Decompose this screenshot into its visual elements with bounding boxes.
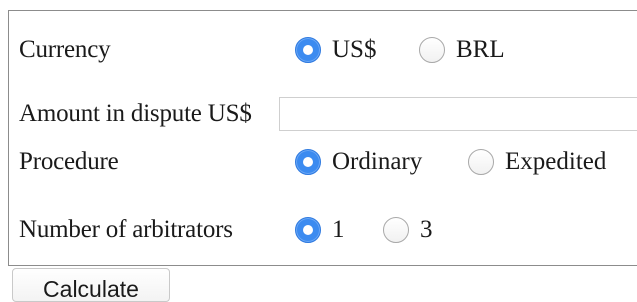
radio-unchecked-icon[interactable] (468, 149, 494, 175)
arbitrators-row: Number of arbitrators 1 3 (9, 205, 637, 255)
currency-option-usd-label: US$ (332, 36, 377, 63)
radio-checked-icon[interactable] (295, 217, 321, 243)
arbitrators-label: Number of arbitrators (19, 216, 233, 243)
currency-row: Currency US$ BRL (9, 25, 637, 75)
procedure-row: Procedure Ordinary Expedited (9, 137, 637, 187)
currency-label: Currency (19, 36, 111, 63)
procedure-option-expedited[interactable]: Expedited (468, 142, 606, 182)
procedure-label: Procedure (19, 148, 119, 175)
radio-checked-icon[interactable] (295, 37, 321, 63)
amount-row: Amount in dispute US$ (9, 89, 637, 139)
fee-calculator-form: Currency US$ BRL Amount in dispute US$ P… (8, 10, 637, 266)
arbitrators-option-1-label: 1 (332, 216, 345, 243)
currency-option-usd[interactable]: US$ (295, 30, 376, 70)
procedure-option-ordinary[interactable]: Ordinary (295, 142, 422, 182)
arbitrators-option-3-label: 3 (420, 216, 433, 243)
procedure-option-expedited-label: Expedited (505, 148, 607, 175)
arbitrators-option-3[interactable]: 3 (383, 210, 433, 250)
arbitrators-option-1[interactable]: 1 (295, 210, 345, 250)
currency-option-brl[interactable]: BRL (419, 30, 505, 70)
amount-in-dispute-input[interactable] (279, 97, 637, 131)
procedure-option-ordinary-label: Ordinary (332, 148, 423, 175)
calculate-button[interactable]: Calculate (12, 268, 170, 302)
currency-option-brl-label: BRL (456, 36, 505, 63)
radio-checked-icon[interactable] (295, 149, 321, 175)
amount-label: Amount in dispute US$ (19, 100, 252, 127)
radio-unchecked-icon[interactable] (419, 37, 445, 63)
radio-unchecked-icon[interactable] (383, 217, 409, 243)
